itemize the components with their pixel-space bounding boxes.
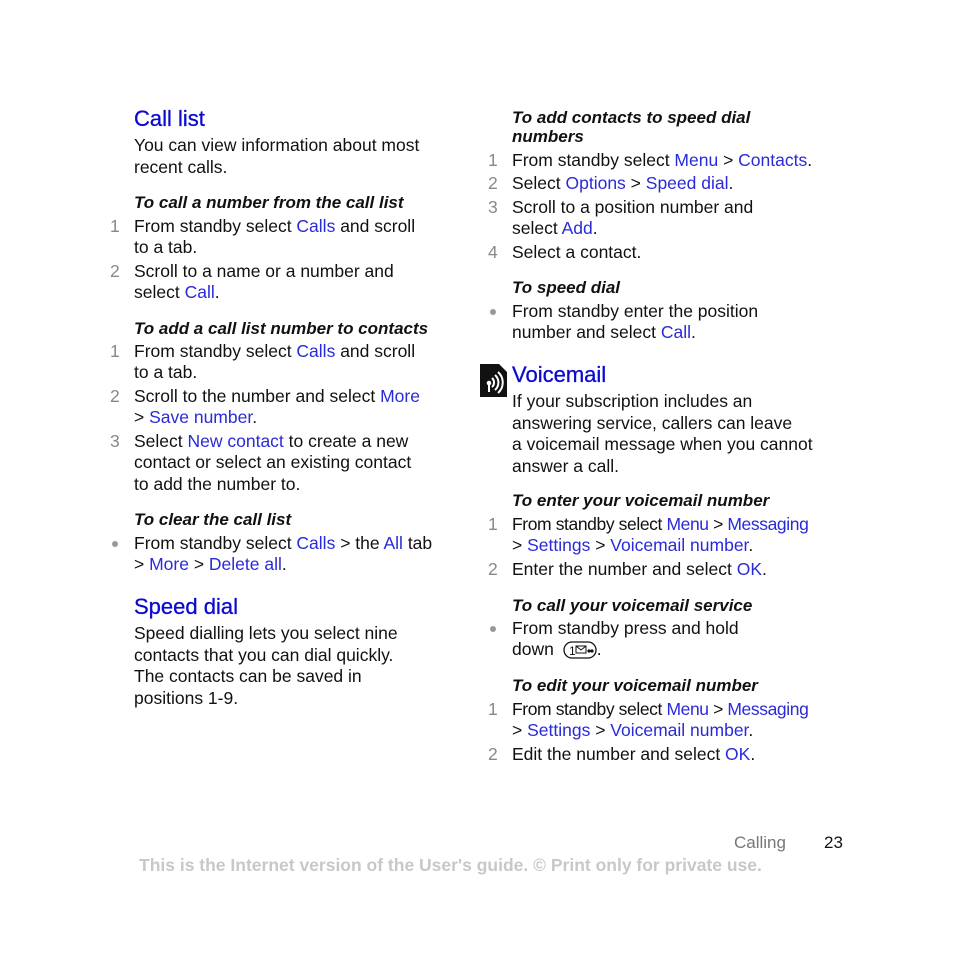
link-calls[interactable]: Calls [296,341,335,361]
subheading-enter-voicemail: To enter your voicemail number [512,491,770,510]
voicemail-intro: If your subscription includes an answerin… [512,391,813,476]
link-contacts[interactable]: Contacts [738,150,807,170]
subheading-clear-call-list: To clear the call list [134,510,292,529]
link-voicemail-number[interactable]: Voicemail number [610,535,748,555]
list-item: 2 Edit the number and select OK. [488,744,756,764]
speed-dial-intro: Speed dialling lets you select nine conta… [134,623,398,708]
subheading-add-to-contacts: To add a call list number to contacts [134,319,429,338]
section-title-voicemail: Voicemail [512,362,607,387]
bullet-icon [112,541,118,547]
link-voicemail-number[interactable]: Voicemail number [610,720,748,740]
link-save-number[interactable]: Save number [149,407,252,427]
link-call[interactable]: Call [661,322,691,342]
link-add[interactable]: Add [562,218,593,238]
list-item: 2 Enter the number and select OK. [488,559,767,579]
voicemail-network-service-icon [480,364,507,397]
link-menu[interactable]: Menu [674,150,718,170]
link-delete-all[interactable]: Delete all [209,554,282,574]
list-item: 1 From standby select Menu > Messaging >… [488,699,809,740]
list-item: 2 Scroll to the number and select More >… [110,386,420,427]
link-messaging[interactable]: Messaging [727,699,808,719]
footer-disclaimer: This is the Internet version of the User… [139,855,762,875]
list-item: 2 Scroll to a name or a number and selec… [110,261,394,302]
list-item: From standby enter the position number a… [488,301,848,345]
1-voicemail-key-icon: 1 [563,641,597,660]
subheading-add-speed-dial: To add contacts to speed dial numbers [512,108,751,146]
section-title-speed-dial: Speed dial [134,594,238,619]
link-ok[interactable]: OK [737,559,762,579]
footer-section-name: Calling [734,833,786,852]
link-messaging[interactable]: Messaging [727,514,808,534]
link-more[interactable]: More [380,386,420,406]
call-list-intro: You can view information about most recen… [134,135,420,177]
svg-text:1: 1 [569,644,576,658]
link-all[interactable]: All [384,533,403,553]
list-item: 1 From standby select Calls and scroll t… [110,216,416,257]
link-settings[interactable]: Settings [527,535,590,555]
link-options[interactable]: Options [566,173,626,193]
link-menu[interactable]: Menu [666,699,709,719]
link-settings[interactable]: Settings [527,720,590,740]
list-item: From standby select Calls > the All tab … [110,533,470,577]
bullet-icon [490,309,496,315]
page-number: 23 [824,833,843,852]
link-speed-dial[interactable]: Speed dial [646,173,729,193]
list-item: 1 From standby select Menu > Messaging >… [488,514,809,555]
subheading-edit-voicemail: To edit your voicemail number [512,676,758,695]
list-item: From standby press and hold down 1 . [488,618,848,662]
list-item: 3 Scroll to a position number and select… [488,197,754,238]
link-calls[interactable]: Calls [296,533,335,553]
list-item: 3 Select New contact to create a new con… [110,431,412,494]
subheading-speed-dial: To speed dial [512,278,621,297]
link-menu[interactable]: Menu [666,514,709,534]
link-more[interactable]: More [149,554,189,574]
link-ok[interactable]: OK [725,744,750,764]
bullet-icon [490,626,496,632]
link-calls[interactable]: Calls [296,216,335,236]
subheading-call-number: To call a number from the call list [134,193,404,212]
subheading-call-voicemail: To call your voicemail service [512,596,753,615]
list-item: 1 From standby select Menu > Contacts. [488,150,813,170]
link-call[interactable]: Call [185,282,215,302]
link-new-contact[interactable]: New contact [188,431,284,451]
list-item: 2 Select Options > Speed dial. [488,173,734,193]
list-item: 4 Select a contact. [488,242,642,262]
section-title-call-list: Call list [134,106,205,131]
list-item: 1 From standby select Calls and scroll t… [110,341,416,382]
